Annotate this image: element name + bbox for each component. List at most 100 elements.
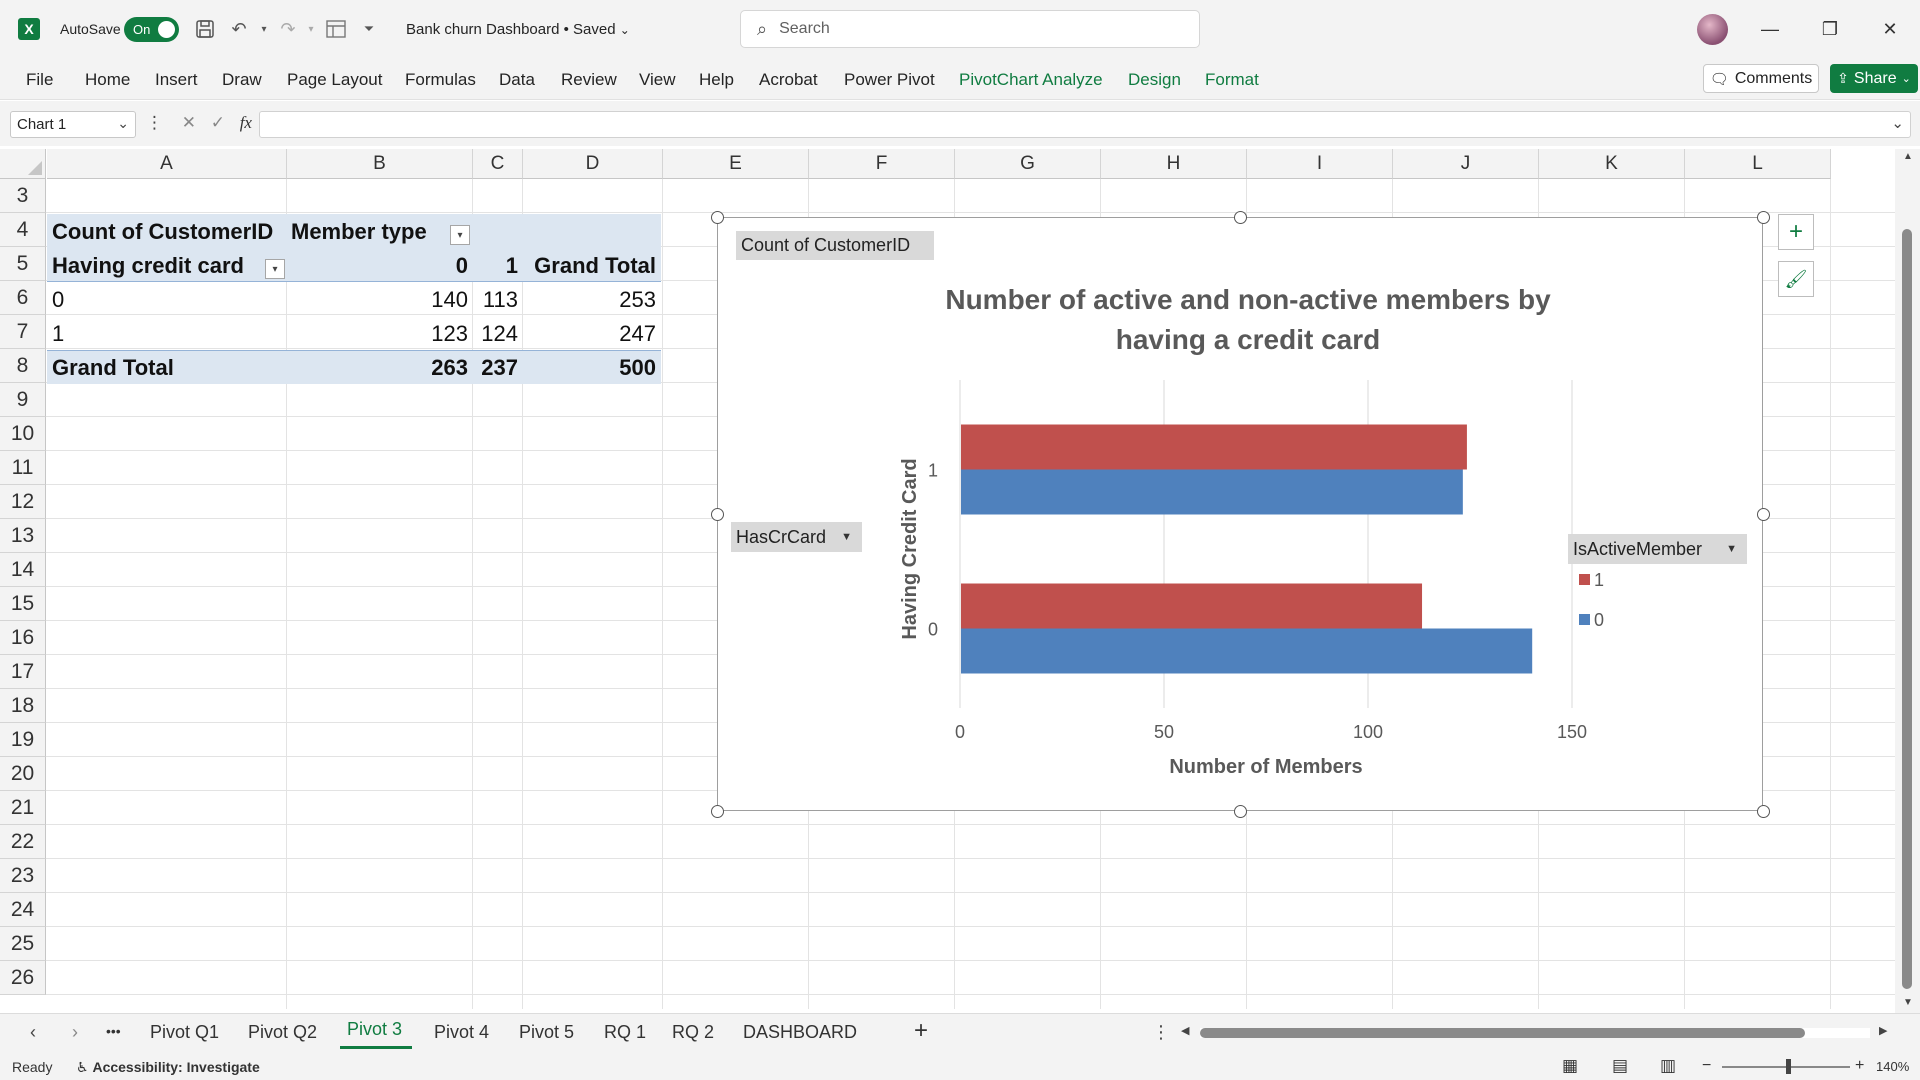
more-sheets-icon[interactable]: ••• bbox=[106, 1023, 121, 1039]
pivot-cell[interactable]: 113 bbox=[472, 283, 518, 317]
row-header[interactable]: 3 bbox=[0, 179, 46, 213]
vertical-scroll-thumb[interactable] bbox=[1902, 229, 1912, 989]
resize-handle[interactable] bbox=[1757, 211, 1770, 224]
row-header[interactable]: 18 bbox=[0, 689, 46, 723]
vertical-scrollbar[interactable]: ▲ ▼ bbox=[1895, 149, 1920, 1013]
customize-qat-icon[interactable]: ⏷ bbox=[357, 17, 381, 41]
row-header[interactable]: 20 bbox=[0, 757, 46, 791]
sheet-tab-pivot-q1[interactable]: Pivot Q1 bbox=[150, 1022, 219, 1043]
pivot-cell[interactable]: 123 bbox=[420, 317, 468, 351]
row-header[interactable]: 15 bbox=[0, 587, 46, 621]
row-header[interactable]: 14 bbox=[0, 553, 46, 587]
row-header[interactable]: 5 bbox=[0, 247, 46, 281]
scroll-right-icon[interactable]: ▶ bbox=[1879, 1024, 1887, 1037]
pivot-grand-total-cell[interactable]: 500 bbox=[522, 351, 656, 385]
tab-page-layout[interactable]: Page Layout bbox=[287, 70, 382, 90]
sheet-tab-pivot-4[interactable]: Pivot 4 bbox=[434, 1022, 489, 1043]
tab-file[interactable]: File bbox=[26, 70, 53, 90]
pivot-grand-total-cell[interactable]: 237 bbox=[472, 351, 518, 385]
normal-view-icon[interactable]: ▦ bbox=[1562, 1056, 1578, 1076]
pivot-row-field[interactable]: Having credit card bbox=[52, 249, 244, 283]
horizontal-scrollbar[interactable]: ◀ ▶ bbox=[1175, 1022, 1895, 1042]
chart-styles-button[interactable]: 🖌 bbox=[1778, 261, 1814, 297]
expand-formula-icon[interactable]: ⌄ bbox=[1891, 114, 1904, 132]
insert-function-icon[interactable]: fx bbox=[240, 113, 252, 132]
scroll-down-icon[interactable]: ▼ bbox=[1903, 997, 1913, 1008]
chart-elements-button[interactable]: + bbox=[1778, 214, 1814, 250]
row-header[interactable]: 9 bbox=[0, 383, 46, 417]
row-header[interactable]: 22 bbox=[0, 825, 46, 859]
page-layout-view-icon[interactable]: ▤ bbox=[1612, 1056, 1628, 1076]
page-break-preview-icon[interactable]: ▥ bbox=[1660, 1056, 1676, 1076]
resize-handle[interactable] bbox=[711, 805, 724, 818]
column-header[interactable]: A bbox=[47, 149, 287, 179]
row-header[interactable]: 10 bbox=[0, 417, 46, 451]
pivot-cell-total[interactable]: 253 bbox=[522, 283, 656, 317]
column-header[interactable]: I bbox=[1247, 149, 1393, 179]
tab-pivotchart-analyze[interactable]: PivotChart Analyze bbox=[959, 70, 1103, 90]
column-header[interactable]: H bbox=[1101, 149, 1247, 179]
resize-handle[interactable] bbox=[711, 211, 724, 224]
row-header[interactable]: 17 bbox=[0, 655, 46, 689]
pivot-value-field[interactable]: Count of CustomerID bbox=[52, 215, 273, 249]
row-header[interactable]: 12 bbox=[0, 485, 46, 519]
name-box[interactable]: Chart 1 ⌄ bbox=[10, 111, 136, 138]
column-header[interactable]: F bbox=[809, 149, 955, 179]
select-all-corner[interactable] bbox=[0, 149, 46, 179]
column-header[interactable]: K bbox=[1539, 149, 1685, 179]
more-options-icon[interactable]: ⋮ bbox=[1152, 1022, 1170, 1043]
pivot-cell-total[interactable]: 247 bbox=[522, 317, 656, 351]
zoom-slider-thumb[interactable] bbox=[1786, 1059, 1791, 1074]
pivot-column-field[interactable]: Member type bbox=[291, 215, 427, 249]
column-filter-dropdown-icon[interactable]: ▾ bbox=[450, 225, 470, 245]
tab-view[interactable]: View bbox=[639, 70, 676, 90]
form-icon[interactable] bbox=[324, 17, 348, 41]
scroll-right-icon[interactable]: › bbox=[72, 1022, 78, 1043]
column-header[interactable]: C bbox=[473, 149, 523, 179]
column-header[interactable]: D bbox=[523, 149, 663, 179]
close-button[interactable]: ✕ bbox=[1872, 14, 1908, 44]
resize-handle[interactable] bbox=[711, 508, 724, 521]
tab-formulas[interactable]: Formulas bbox=[405, 70, 476, 90]
tab-power-pivot[interactable]: Power Pivot bbox=[844, 70, 935, 90]
comments-button[interactable]: 🗨 Comments bbox=[1703, 64, 1819, 93]
search-input[interactable]: ⌕ Search bbox=[740, 10, 1200, 48]
pivot-col-header-total[interactable]: Grand Total bbox=[522, 249, 656, 283]
pivot-cell[interactable]: 124 bbox=[472, 317, 518, 351]
row-header[interactable]: 6 bbox=[0, 281, 46, 315]
scroll-left-icon[interactable]: ‹ bbox=[30, 1022, 36, 1043]
tab-draw[interactable]: Draw bbox=[222, 70, 262, 90]
column-header[interactable]: G bbox=[955, 149, 1101, 179]
zoom-level[interactable]: 140% bbox=[1876, 1059, 1909, 1074]
horizontal-scroll-thumb[interactable] bbox=[1200, 1028, 1805, 1038]
avatar[interactable] bbox=[1697, 14, 1728, 45]
pivot-col-header-1[interactable]: 1 bbox=[472, 249, 518, 283]
pivot-grand-total-cell[interactable]: 263 bbox=[420, 351, 468, 385]
pivot-grand-total-label[interactable]: Grand Total bbox=[52, 351, 174, 385]
resize-handle[interactable] bbox=[1234, 211, 1247, 224]
cancel-icon[interactable]: ✕ bbox=[182, 113, 196, 132]
resize-handle[interactable] bbox=[1757, 508, 1770, 521]
row-filter-dropdown-icon[interactable]: ▾ bbox=[265, 259, 285, 279]
sheet-tab-pivot-5[interactable]: Pivot 5 bbox=[519, 1022, 574, 1043]
add-sheet-button[interactable]: + bbox=[914, 1017, 928, 1045]
row-header[interactable]: 4 bbox=[0, 213, 46, 247]
column-header[interactable]: L bbox=[1685, 149, 1831, 179]
row-header[interactable]: 24 bbox=[0, 893, 46, 927]
row-header[interactable]: 16 bbox=[0, 621, 46, 655]
sheet-tab-rq-2[interactable]: RQ 2 bbox=[672, 1022, 714, 1043]
pivot-row-label[interactable]: 0 bbox=[52, 283, 64, 317]
pivot-cell[interactable]: 140 bbox=[420, 283, 468, 317]
minimize-button[interactable]: — bbox=[1752, 14, 1788, 44]
restore-button[interactable]: ❐ bbox=[1812, 14, 1848, 44]
pivot-chart[interactable]: Count of CustomerID Number of active and… bbox=[717, 217, 1763, 811]
document-title[interactable]: Bank churn Dashboard • Saved ⌄ bbox=[406, 21, 630, 38]
more-icon[interactable]: ⋮ bbox=[146, 113, 163, 132]
resize-handle[interactable] bbox=[1234, 805, 1247, 818]
accessibility-status[interactable]: ♿ Accessibility: Investigate bbox=[76, 1059, 260, 1076]
row-header[interactable]: 23 bbox=[0, 859, 46, 893]
sheet-tab-pivot-q2[interactable]: Pivot Q2 bbox=[248, 1022, 317, 1043]
row-header[interactable]: 25 bbox=[0, 927, 46, 961]
undo-icon[interactable]: ↶ bbox=[227, 17, 251, 41]
tab-help[interactable]: Help bbox=[699, 70, 734, 90]
